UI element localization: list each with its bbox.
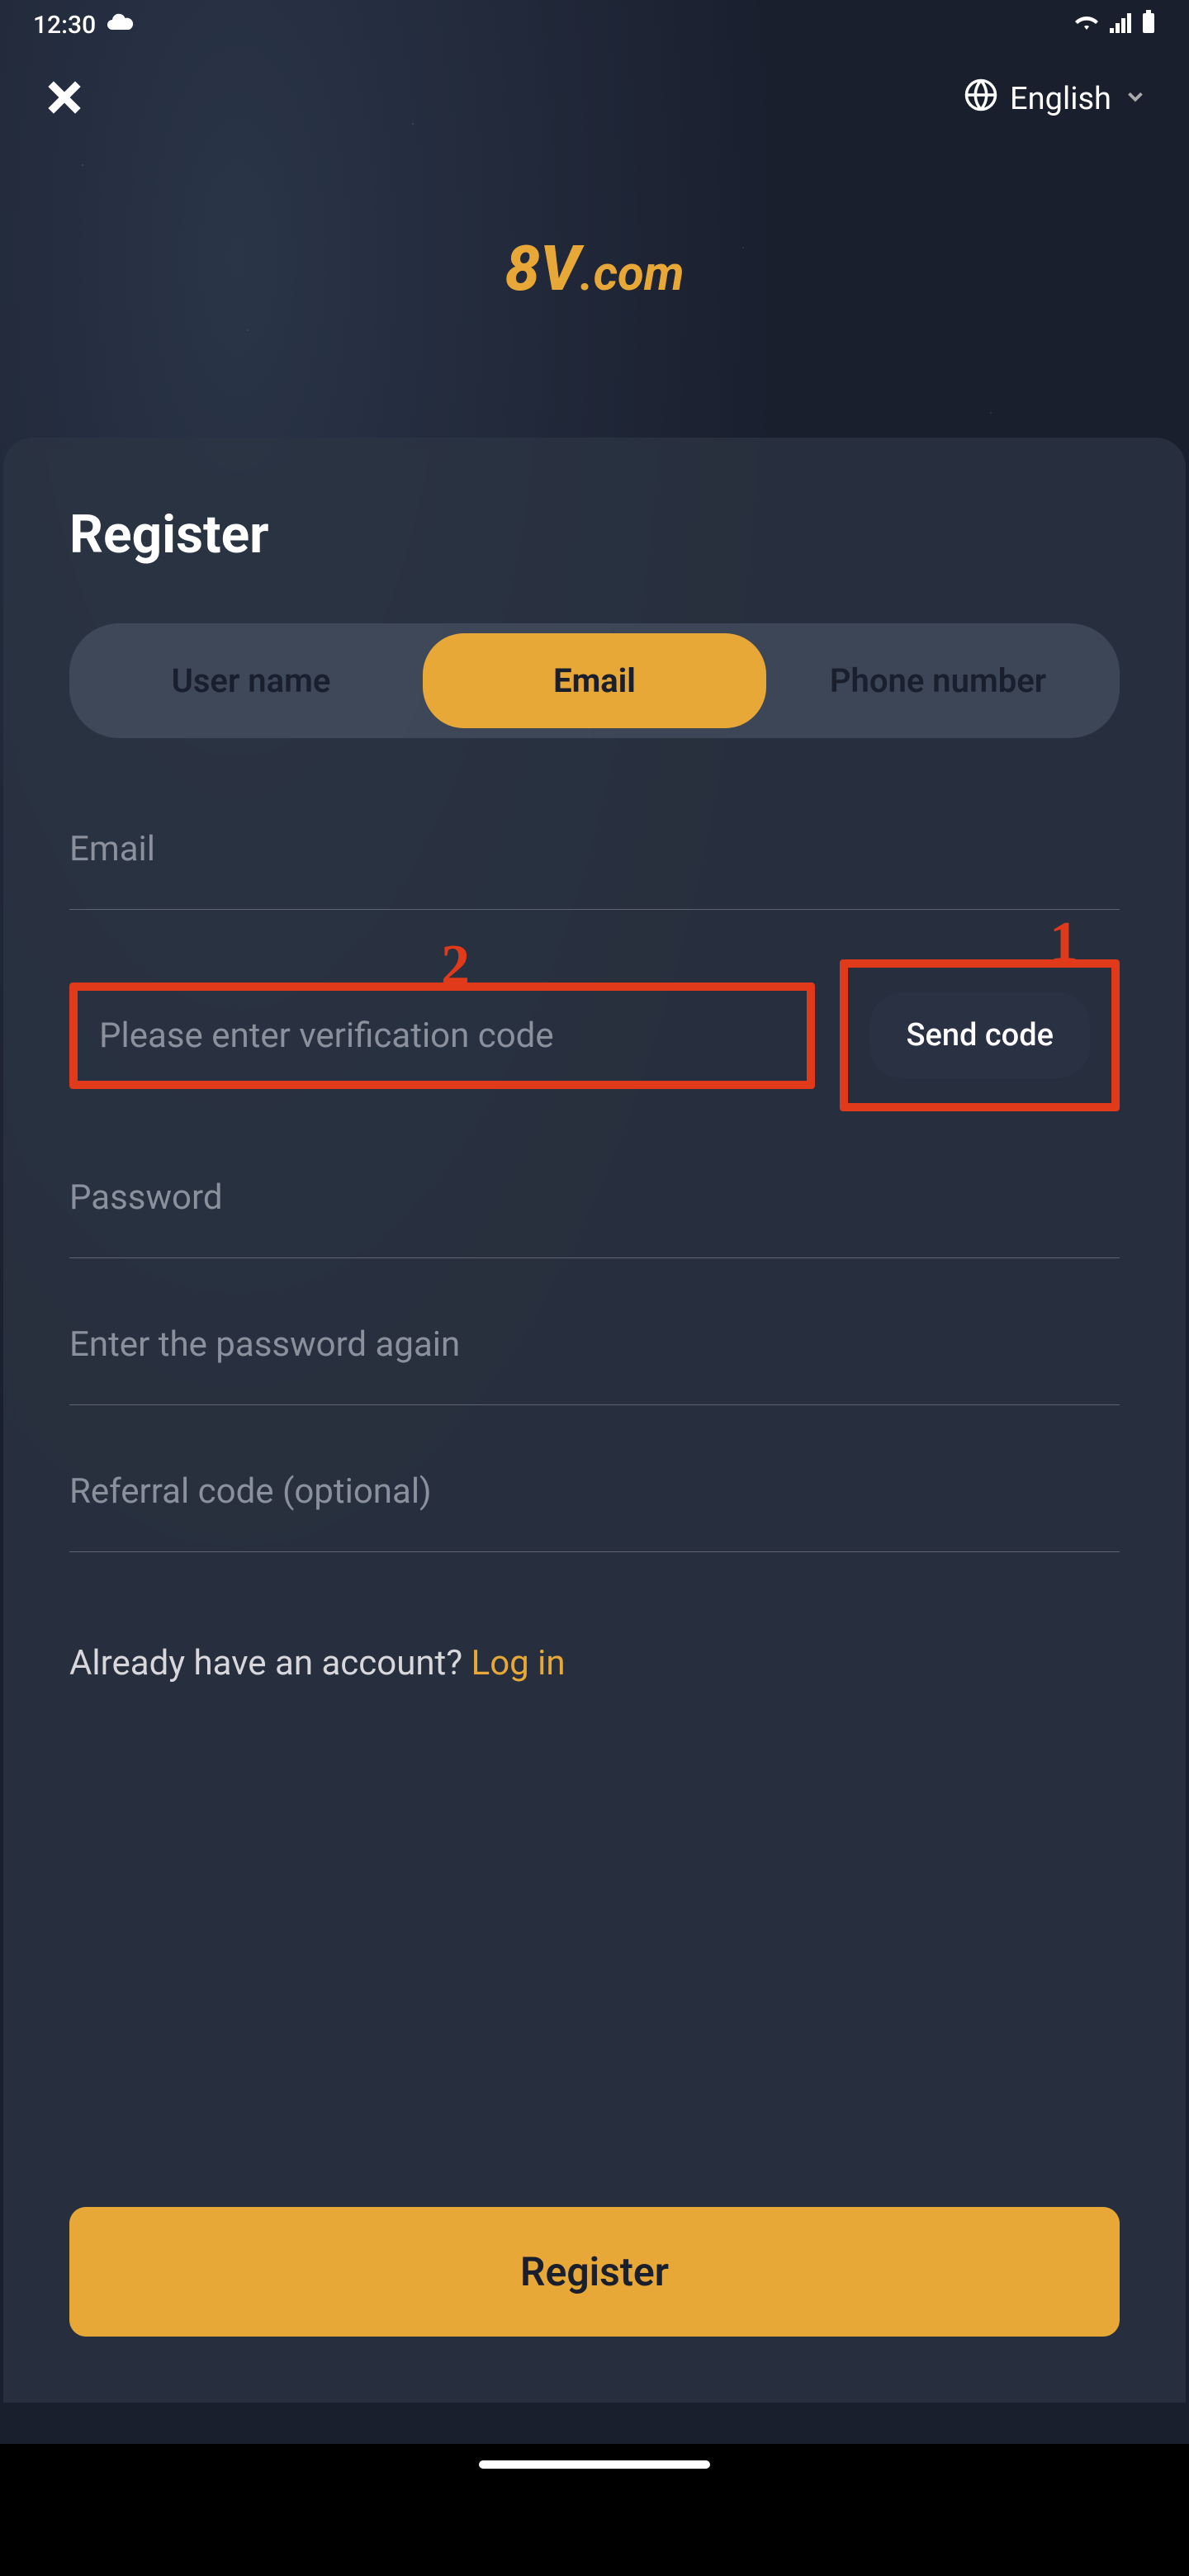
email-row	[69, 812, 1120, 910]
language-selector[interactable]: English	[964, 78, 1148, 121]
battery-icon	[1141, 10, 1156, 40]
tab-email[interactable]: Email	[423, 633, 766, 728]
annotation-2: 2	[441, 933, 470, 999]
referral-row	[69, 1455, 1120, 1552]
password-again-row	[69, 1308, 1120, 1405]
home-indicator[interactable]	[479, 2460, 710, 2469]
logo-text-1: 8V	[504, 231, 580, 305]
already-have-account: Already have an account? Log in	[69, 1643, 1120, 1683]
send-code-button[interactable]: Send code	[869, 992, 1090, 1078]
verify-row: 2 1 Send code	[69, 959, 1120, 1111]
already-text: Already have an account?	[69, 1643, 471, 1683]
send-code-highlight: 1 Send code	[840, 959, 1120, 1111]
verification-code-input[interactable]	[99, 1016, 785, 1056]
header: English	[0, 50, 1189, 124]
status-right	[1073, 10, 1156, 40]
email-input[interactable]	[69, 812, 1120, 886]
signal-icon	[1110, 11, 1131, 40]
logo: 8V.com	[0, 231, 1189, 305]
register-card: Register User name Email Phone number 2 …	[3, 438, 1186, 2403]
status-bar: 12:30	[0, 0, 1189, 50]
wifi-icon	[1073, 11, 1100, 40]
tab-username[interactable]: User name	[79, 633, 423, 728]
login-link[interactable]: Log in	[471, 1643, 566, 1683]
status-time: 12:30	[33, 11, 96, 40]
language-label: English	[1010, 81, 1111, 117]
globe-icon	[964, 78, 998, 121]
verify-input-highlight: 2	[69, 983, 815, 1089]
password-row	[69, 1161, 1120, 1258]
chevron-down-icon	[1123, 81, 1148, 117]
password-again-input[interactable]	[69, 1308, 1120, 1381]
annotation-1: 1	[1049, 910, 1078, 976]
page-title: Register	[69, 504, 1120, 566]
tab-phone[interactable]: Phone number	[766, 633, 1110, 728]
logo-text-2: .com	[580, 246, 684, 302]
cloud-icon	[106, 11, 135, 40]
system-nav-bar	[0, 2444, 1189, 2576]
password-input[interactable]	[69, 1161, 1120, 1234]
register-tabs: User name Email Phone number	[69, 623, 1120, 738]
referral-input[interactable]	[69, 1455, 1120, 1528]
status-left: 12:30	[33, 11, 135, 40]
close-icon[interactable]	[41, 74, 88, 124]
register-button[interactable]: Register	[69, 2207, 1120, 2337]
